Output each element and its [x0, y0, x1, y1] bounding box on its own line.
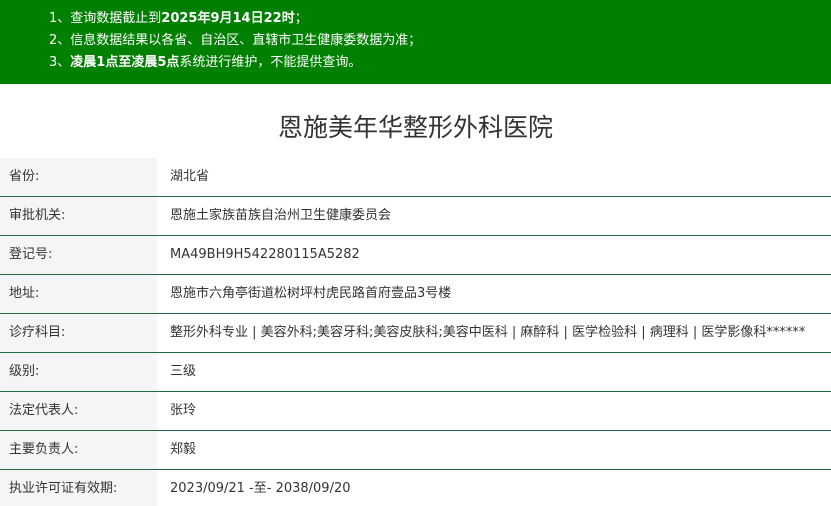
detail-row-level: 级别: 三级 — [0, 353, 831, 392]
detail-value: 张玲 — [170, 403, 197, 418]
notice-line-1-suffix: ； — [294, 11, 308, 26]
notice-line-3-prefix: 3、 — [49, 55, 71, 70]
detail-label: 登记号: — [0, 236, 157, 274]
detail-value: 整形外科专业 | 美容外科;美容牙科;美容皮肤科;美容中医科 | 麻醉科 | 医… — [170, 325, 806, 340]
detail-label: 级别: — [0, 353, 157, 391]
hospital-name: 恩施美年华整形外科医院 — [277, 113, 553, 142]
detail-label: 执业许可证有效期: — [0, 470, 157, 506]
detail-value: 恩施市六角亭街道松树坪村虎民路首府壹品3号楼 — [170, 286, 452, 301]
notice-line-2: 2、信息数据结果以各省、自治区、直辖市卫生健康委数据为准； — [49, 33, 422, 48]
detail-row-departments: 诊疗科目: 整形外科专业 | 美容外科;美容牙科;美容皮肤科;美容中医科 | 麻… — [0, 314, 831, 353]
detail-row-legal-representative: 法定代表人: 张玲 — [0, 392, 831, 431]
detail-row-province: 省份: 湖北省 — [0, 158, 831, 197]
detail-value: 恩施土家族苗族自治州卫生健康委员会 — [170, 208, 392, 223]
detail-value: 2023/09/21 -至- 2038/09/20 — [170, 481, 351, 496]
notice-line-3: 3、凌晨1点至凌晨5点系统进行维护，不能提供查询。 — [49, 52, 831, 74]
detail-label: 审批机关: — [0, 197, 157, 235]
notice-line-1-prefix: 1、查询数据截止到 — [49, 11, 162, 26]
detail-row-address: 地址: 恩施市六角亭街道松树坪村虎民路首府壹品3号楼 — [0, 275, 831, 314]
detail-value: 郑毅 — [170, 442, 197, 457]
detail-value: 湖北省 — [170, 169, 210, 184]
detail-row-registration-number: 登记号: MA49BH9H542280115A5282 — [0, 236, 831, 275]
detail-row-license-validity: 执业许可证有效期: 2023/09/21 -至- 2038/09/20 — [0, 470, 831, 506]
notice-line-1: 1、查询数据截止到2025年9月14日22时； — [49, 8, 831, 30]
detail-label: 主要负责人: — [0, 431, 157, 469]
notice-line-3-suffix: 系统进行维护，不能提供查询。 — [179, 55, 362, 70]
notice-line-1-date: 2025年9月14日22时 — [161, 11, 295, 26]
detail-value: MA49BH9H542280115A5282 — [170, 247, 360, 262]
detail-label: 法定代表人: — [0, 392, 157, 430]
detail-row-principal: 主要负责人: 郑毅 — [0, 431, 831, 470]
notice-line-3-time: 凌晨1点至凌晨5点 — [70, 55, 180, 70]
detail-label: 省份: — [0, 158, 157, 196]
detail-label: 地址: — [0, 275, 157, 313]
detail-label: 诊疗科目: — [0, 314, 157, 352]
detail-row-approval-authority: 审批机关: 恩施土家族苗族自治州卫生健康委员会 — [0, 197, 831, 236]
detail-value: 三级 — [170, 364, 197, 379]
details-table: 省份: 湖北省 审批机关: 恩施土家族苗族自治州卫生健康委员会 登记号: MA4… — [0, 158, 831, 506]
notice-banner: 1、查询数据截止到2025年9月14日22时； 2、信息数据结果以各省、自治区、… — [0, 0, 831, 84]
